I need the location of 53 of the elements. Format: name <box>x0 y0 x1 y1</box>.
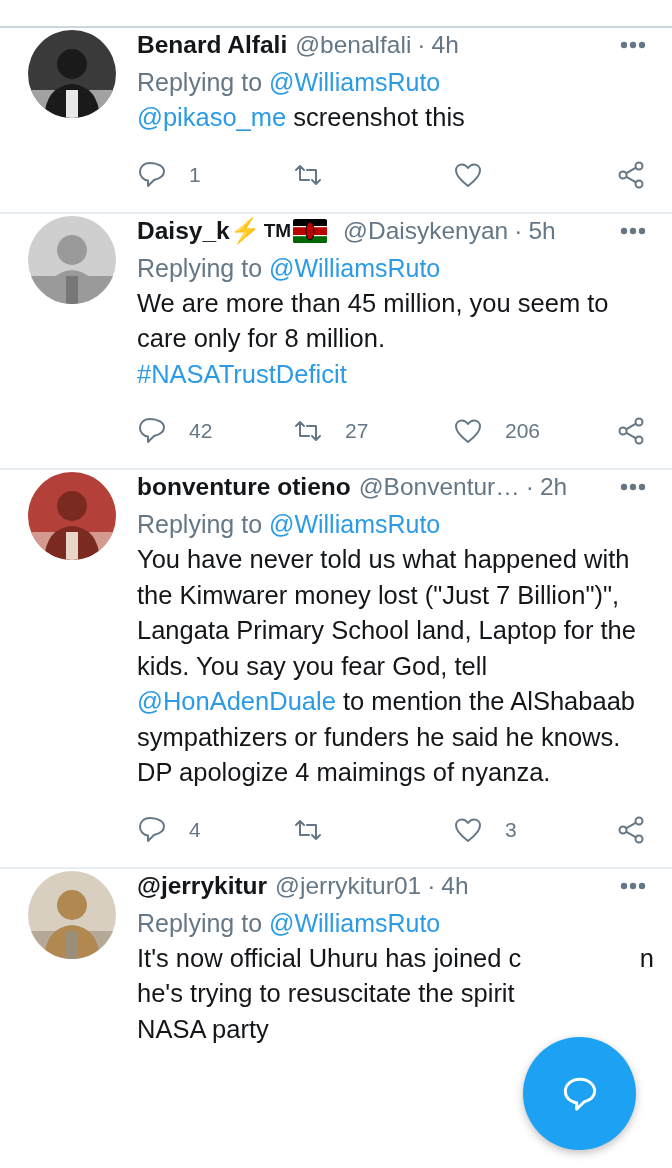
user-name[interactable]: @jerrykitur <box>137 870 268 901</box>
timestamp: 4h <box>431 30 459 60</box>
user-name[interactable]: Daisy_k <box>137 215 230 246</box>
separator-dot: · <box>525 472 534 502</box>
user-handle[interactable]: @Bonventur… <box>358 472 520 502</box>
mention-link[interactable]: @pikaso_me <box>137 103 287 131</box>
tweet-text: n <box>639 942 654 974</box>
separator-dot: · <box>427 870 436 901</box>
reply-icon[interactable] <box>137 159 167 190</box>
user-handle[interactable]: @jerrykitur01 <box>275 870 422 901</box>
tweet-text: You have never told us what happened with the Kimwarer money lost ("Just 7 Billion")", Langata Primary School land, Laptop for the kids. You say you fear God, tell @HonAdenDuale to mention the AlShabaab sympathizers or funders he said he knows. DP apologize 4 maimings of nyanza. <box>137 544 637 788</box>
count-label: 3 <box>505 816 517 843</box>
count-label: 4 <box>189 816 201 843</box>
user-handle[interactable]: @benalfali <box>295 30 412 60</box>
tweet-text: It's now official Uhuru has joined c <box>137 942 522 974</box>
share-icon[interactable] <box>616 814 646 845</box>
compose-button[interactable] <box>523 1037 636 1150</box>
user-handle[interactable]: @Daisykenyan <box>343 215 509 246</box>
replying-label: Replying to <box>137 68 264 96</box>
more-icon[interactable] <box>620 483 646 491</box>
user-name[interactable]: Benard Alfali <box>137 30 288 60</box>
replying-label: Replying to <box>137 510 264 538</box>
count-label: 206 <box>505 418 541 445</box>
timestamp: 5h <box>528 215 556 246</box>
mention-link[interactable]: @WilliamsRuto <box>269 253 441 282</box>
user-name[interactable]: bonventure otieno <box>137 472 351 502</box>
replying-label: Replying to <box>137 908 264 937</box>
more-icon[interactable] <box>620 881 646 890</box>
more-icon[interactable] <box>620 226 646 235</box>
share-icon[interactable] <box>616 416 646 446</box>
timestamp: 4h <box>441 870 469 901</box>
count-label: 27 <box>345 418 369 445</box>
count-label: 1 <box>189 161 201 188</box>
tweet-text: We are more than 45 million, you seem to care only for 8 million. #NASATrustDeficit <box>137 287 610 390</box>
lightning-emoji: ⚡ <box>229 215 261 246</box>
mention-link[interactable]: @WilliamsRuto <box>269 510 441 538</box>
share-icon[interactable] <box>616 159 646 190</box>
trademark-text: TM <box>263 218 292 243</box>
hashtag-link[interactable]: #NASATrustDeficit <box>137 359 347 388</box>
replying-label: Replying to <box>137 253 264 282</box>
more-icon[interactable] <box>620 41 646 49</box>
mention-link[interactable]: @WilliamsRuto <box>269 68 441 96</box>
tweet-text: @pikaso_me screenshot this <box>137 102 466 133</box>
tweet-text: he's trying to resuscitate the spirit <box>137 978 515 1009</box>
count-label: 42 <box>189 418 213 445</box>
reply-icon[interactable] <box>137 416 167 446</box>
mention-link[interactable]: @HonAdenDuale <box>137 687 336 715</box>
mention-link[interactable]: @WilliamsRuto <box>269 908 441 937</box>
reply-icon[interactable] <box>137 814 167 845</box>
tweet-text: NASA party <box>137 1013 269 1045</box>
timestamp: 2h <box>539 472 568 502</box>
separator-dot: · <box>514 215 523 246</box>
separator-dot: · <box>417 30 426 60</box>
